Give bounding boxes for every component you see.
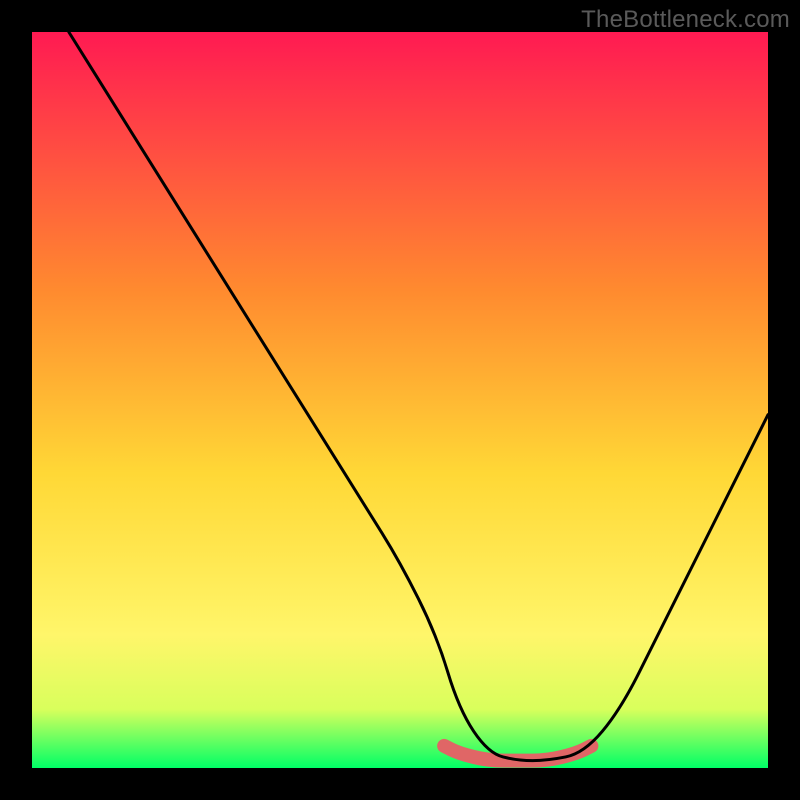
plot-gradient-area [32,32,768,768]
bottleneck-chart [0,0,800,800]
attribution-label: TheBottleneck.com [581,6,790,34]
chart-container: TheBottleneck.com [0,0,800,800]
